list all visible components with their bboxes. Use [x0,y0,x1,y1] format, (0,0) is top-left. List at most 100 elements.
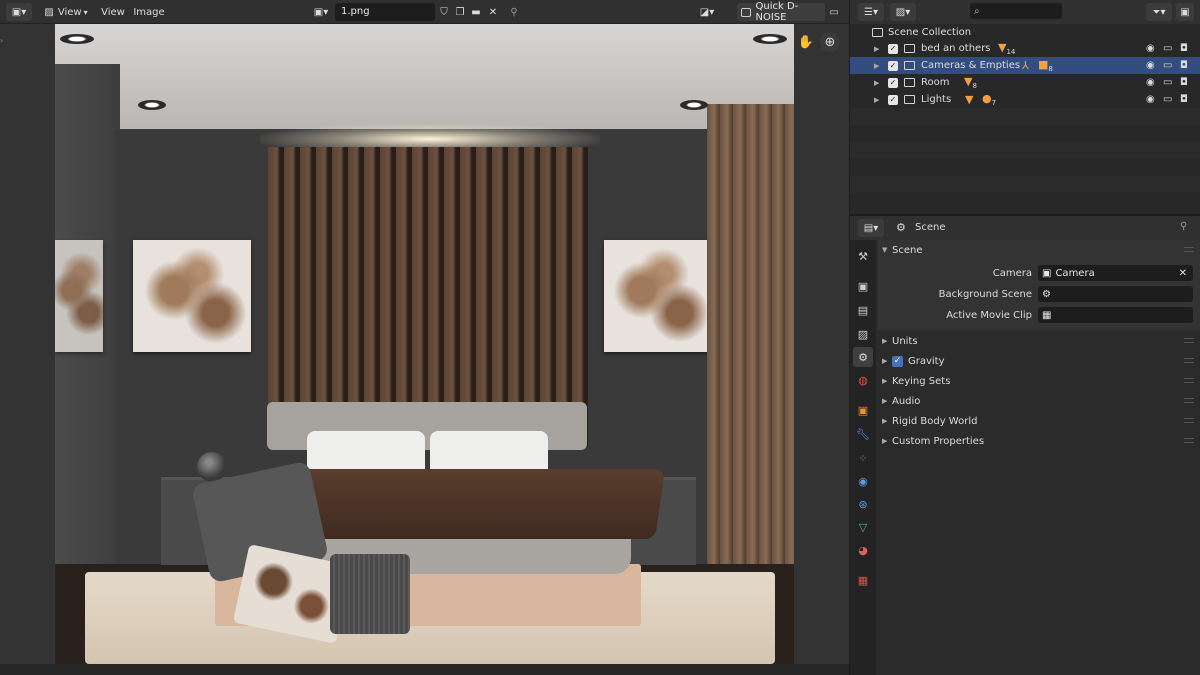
panel-drag-handle[interactable] [1184,358,1194,363]
exclude-checkbox[interactable]: ✓ [888,94,898,105]
panel-audio[interactable]: ▶ Audio [878,391,1200,411]
exclude-checkbox[interactable]: ✓ [888,43,898,54]
display-channels-button[interactable]: ◪▾ [694,3,720,21]
panel-drag-handle[interactable] [1184,418,1194,423]
tab-render[interactable]: ▣ [853,276,873,296]
exclude-checkbox[interactable]: ✓ [888,60,898,71]
outliner-row-cameras-empties[interactable]: ▶ ✓ Cameras & Empties ⅄ ■8 ◉ ▭ ◘ [850,57,1200,74]
editor-type-button[interactable]: ▣▾ [6,3,32,21]
filter-button[interactable]: ⏷▾ [1146,3,1172,21]
expand-triangle-icon: ▶ [882,357,888,365]
panel-scene[interactable]: ▼ Scene [878,240,1200,260]
tab-constraints[interactable]: ⊛ [853,494,873,514]
tab-view-layer[interactable]: ▨ [853,324,873,344]
panel-drag-handle[interactable] [1184,378,1194,383]
outliner-editor-type-button[interactable]: ☰▾ [858,3,884,21]
tab-material[interactable]: ◕ [853,540,873,560]
mesh-badge-icon: ▼14 [998,40,1016,57]
expand-triangle-icon[interactable]: ▶ [874,62,879,70]
expand-triangle-icon: ▶ [882,437,888,445]
view-mode-dropdown[interactable]: ▨ View ▾ [38,3,94,21]
panel-custom-properties[interactable]: ▶ Custom Properties [878,431,1200,451]
tab-output[interactable]: ▤ [853,300,873,320]
camera-field[interactable]: ▣ Camera ✕ [1038,265,1193,281]
clear-field-icon[interactable]: ✕ [1179,268,1187,279]
toggle-sidebar-button[interactable]: ▭ [826,3,842,21]
render-spotlight [753,34,787,44]
exclude-checkbox[interactable]: ✓ [888,77,898,88]
outliner-row-room[interactable]: ▶ ✓ Room ▼8 ◉ ▭ ◘ [850,74,1200,91]
camera-badge-icon: ■8 [1038,57,1053,74]
view-menu[interactable]: View [100,3,126,21]
camera-render-icon[interactable]: ◘ [1180,60,1188,71]
camera-render-icon[interactable]: ◘ [1180,94,1188,105]
tab-modifiers[interactable]: 🔧︎ [853,424,873,444]
panel-rigid-body-world[interactable]: ▶ Rigid Body World [878,411,1200,431]
panel-keying-sets[interactable]: ▶ Keying Sets [878,371,1200,391]
monitor-icon[interactable]: ▭ [1163,60,1172,71]
outliner-icon: ☰▾ [864,6,878,18]
new-image-button[interactable]: ❐ [453,3,467,21]
quick-denoise-button[interactable]: Quick D-NOISE [737,1,825,23]
tab-scene[interactable]: ⚙ [853,347,873,367]
image-name-field[interactable]: 1.png [335,3,435,21]
gravity-checkbox[interactable]: ✓ [892,355,903,367]
tab-particles[interactable]: ⁘ [853,448,873,468]
tab-object[interactable]: ▣ [853,400,873,420]
expand-triangle-icon[interactable]: ▶ [874,96,879,104]
fake-user-button[interactable]: ⛉ [437,3,451,21]
open-image-button[interactable]: ▬ [469,3,483,21]
monitor-icon[interactable]: ▭ [1163,77,1172,88]
pin-button[interactable]: ⚲ [507,3,521,21]
zoom-view-button[interactable]: ⊕ [820,32,840,52]
panel-units[interactable]: ▶ Units [878,331,1200,351]
browse-image-button[interactable]: ▣▾ [310,3,332,21]
pan-view-button[interactable]: ✋ [796,32,816,52]
panel-drag-handle[interactable] [1184,398,1194,403]
camera-render-icon[interactable]: ◘ [1180,43,1188,54]
badge-count: 7 [991,99,997,108]
render-curtain [707,104,794,614]
panel-drag-handle[interactable] [1184,438,1194,443]
outliner-search-input[interactable]: ⌕ [970,3,1062,19]
outliner-scene-collection[interactable]: Scene Collection [850,24,1200,41]
unlink-image-button[interactable]: ✕ [486,3,500,21]
camera-render-icon[interactable]: ◘ [1180,77,1188,88]
tab-texture[interactable]: ▦ [853,570,873,590]
pin-icon[interactable]: ⚲ [1180,221,1187,232]
outliner-row-lights[interactable]: ▶ ✓ Lights ▼ ●7 ◉ ▭ ◘ [850,91,1200,108]
tool-icon: ⚒ [858,249,868,263]
tab-physics[interactable]: ◉ [853,471,873,491]
physics-icon: ◉ [858,474,868,488]
tab-world[interactable]: ◍ [853,370,873,390]
eye-icon[interactable]: ◉ [1146,43,1155,54]
eye-icon[interactable]: ◉ [1146,77,1155,88]
monitor-icon[interactable]: ▭ [1163,94,1172,105]
render-painting-left [133,240,251,352]
image-menu[interactable]: Image [133,3,164,21]
eye-icon[interactable]: ◉ [1146,94,1155,105]
quick-denoise-label: Quick D-NOISE [755,1,799,23]
wrench-icon: 🔧︎ [856,427,870,441]
panel-drag-handle[interactable] [1184,247,1194,252]
eye-icon[interactable]: ◉ [1146,60,1155,71]
display-mode-button[interactable]: ▨▾ [890,3,916,21]
monitor-icon[interactable]: ▭ [1163,43,1172,54]
expand-triangle-icon[interactable]: ▶ [874,79,879,87]
image-browse-icon: ▣▾ [313,6,329,18]
folder-icon: ▬ [471,6,481,18]
collection-icon [904,61,915,70]
tab-tool[interactable]: ⚒ [853,246,873,266]
tab-data[interactable]: ▽ [853,517,873,537]
expand-triangle-icon[interactable]: ▶ [874,45,879,53]
shield-icon: ⛉ [440,6,448,18]
properties-editor-type-button[interactable]: ▤▾ [858,219,884,237]
active-movie-clip-field[interactable]: ▦ [1038,307,1193,323]
outliner-header: ☰▾ ▨▾ ⌕ ⏷▾ ▣ [850,0,1200,24]
background-scene-field[interactable]: ⚙ [1038,286,1193,302]
toolbar-expand-arrow[interactable]: › [0,36,6,46]
outliner-row-bed-an-others[interactable]: ▶ ✓ bed an others ▼14 ◉ ▭ ◘ [850,40,1200,57]
panel-gravity[interactable]: ▶ ✓ Gravity [878,351,1200,371]
panel-drag-handle[interactable] [1184,338,1194,343]
new-collection-button[interactable]: ▣ [1176,3,1194,21]
